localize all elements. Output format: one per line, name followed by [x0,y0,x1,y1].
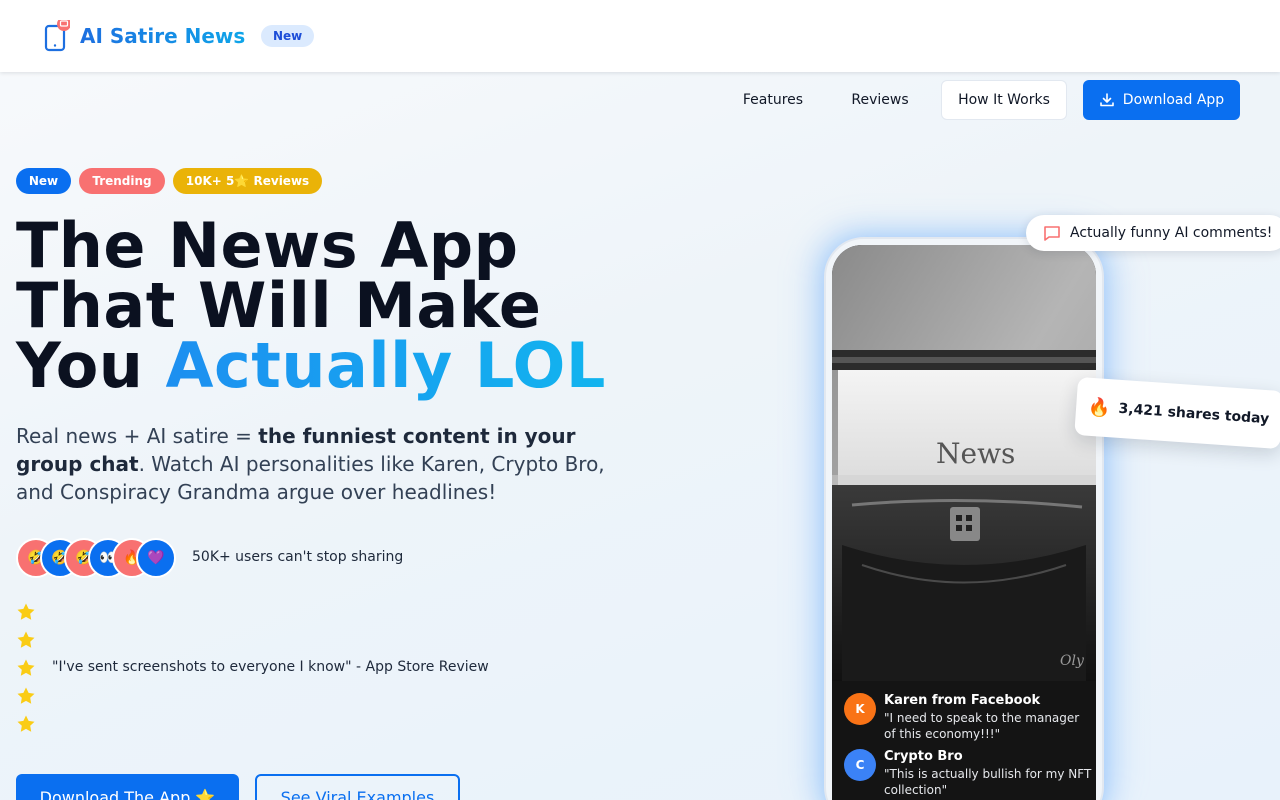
users-count-text: 50K+ users can't stop sharing [192,549,404,565]
comment-author: Karen from Facebook [884,693,1041,708]
photo-text: News [936,437,1015,470]
comment-text: "I need to speak to the manager of this … [884,711,1080,741]
nav-download-app-button[interactable]: Download App [1083,80,1240,120]
tag-new: New [16,168,71,194]
comment-author: Crypto Bro [884,749,963,764]
ai-comments-panel: K Karen from Facebook "I need to speak t… [832,681,1096,800]
user-avatars: 🤣 🤣 🤣 👀 🔥 💜 [16,538,186,578]
message-square-icon [1044,226,1060,241]
phone-screen: News Oly K Karen from Facebook "I need t… [832,245,1096,800]
top-bar: AI Satire News New [0,0,1280,72]
see-viral-examples-button[interactable]: See Viral Examples [255,774,460,800]
typewriter-image: News Oly [832,245,1096,681]
star-icon [17,715,35,732]
funny-comments-badge: Actually funny AI comments! [1026,215,1280,251]
headline-accent: Actually LOL [165,329,606,402]
nav-how-it-works-button[interactable]: How It Works [941,80,1067,120]
comment-avatar: C [844,749,876,781]
star-icon [17,659,35,676]
tag-trending: Trending [79,168,165,194]
funny-comments-text: Actually funny AI comments! [1070,225,1273,241]
brand-name[interactable]: AI Satire News [80,24,245,48]
tag-reviews: 10K+ 5⭐ Reviews [173,168,322,194]
comment-avatar: K [844,693,876,725]
star-icon [17,631,35,648]
phone-icon [44,20,70,52]
download-app-label: Download App [1122,92,1225,108]
subtext-part-1: Real news + AI satire = [16,424,259,448]
review-quote: "I've sent screenshots to everyone I kno… [52,659,489,675]
download-icon [1099,93,1114,107]
shares-today-text: 3,421 shares today [1118,400,1270,428]
fire-icon: 🔥 [1087,396,1112,419]
headline-line-3: You [16,329,166,402]
star-icon [17,603,35,620]
hero-subtext: Real news + AI satire = the funniest con… [16,422,636,506]
brand-new-badge: New [261,25,315,47]
avatar: 💜 [136,538,176,578]
nav-features-link[interactable]: Features [727,80,819,120]
star-icon [17,687,35,704]
comment-text: "This is actually bullish for my NFT col… [884,767,1092,797]
svg-text:Oly: Oly [1060,653,1085,669]
download-the-app-button[interactable]: Download The App ⭐ [16,774,239,800]
hero-headline: The News App That Will Make You Actually… [16,215,656,397]
nav-reviews-link[interactable]: Reviews [836,80,924,120]
